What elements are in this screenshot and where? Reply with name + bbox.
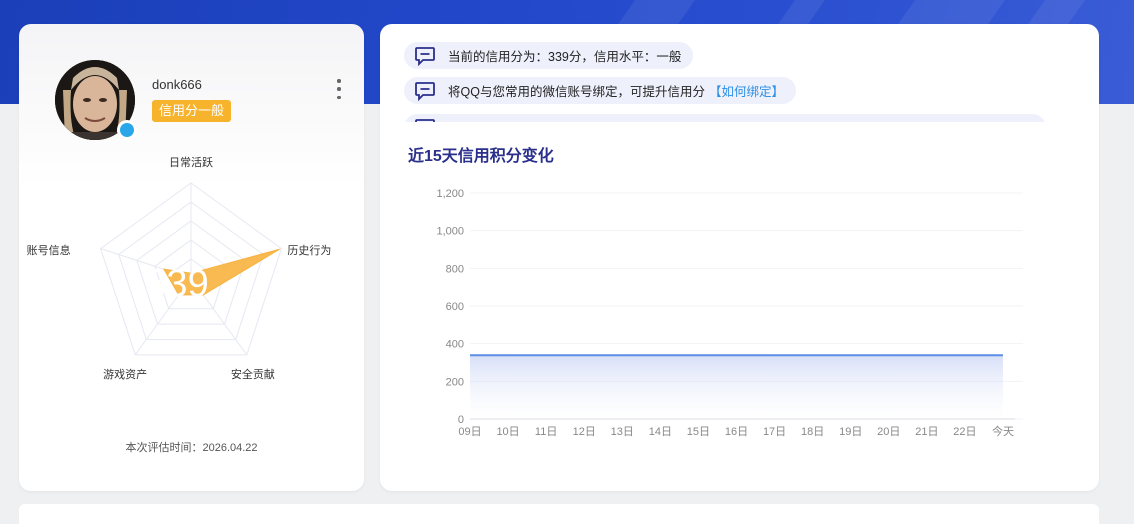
username: donk666	[152, 77, 202, 92]
x-tick-label: 18日	[801, 426, 824, 438]
x-tick-label: 12日	[573, 426, 596, 438]
x-tick-label: 今天	[992, 424, 1014, 438]
radar-axis-label: 安全贡献	[231, 366, 275, 382]
radar-axis-label: 日常活跃	[169, 154, 213, 170]
x-tick-label: 17日	[763, 426, 786, 438]
evaluation-time: 本次评估时间：2026.04.22	[19, 439, 364, 455]
y-tick-label: 800	[446, 263, 464, 275]
radar-axis-label: 历史行为	[287, 242, 331, 258]
y-tick-label: 400	[446, 339, 464, 351]
radar-axis-label: 游戏资产	[103, 366, 147, 382]
x-tick-label: 10日	[496, 426, 519, 438]
x-tick-label: 13日	[611, 426, 634, 438]
notice-list: 当前的信用分为：339分，信用水平：一般 将QQ与您常用的微信账号绑定，可提升信…	[404, 42, 1064, 122]
x-tick-label: 11日	[535, 426, 557, 438]
message-icon	[414, 118, 436, 123]
x-tick-label: 16日	[725, 426, 748, 438]
credit-score-value: 339	[145, 263, 208, 305]
evaluation-time-value: 2026.04.22	[202, 442, 257, 454]
series-area	[470, 355, 1003, 419]
y-tick-label: 0	[458, 414, 464, 426]
evaluation-time-label: 本次评估时间：	[125, 442, 202, 454]
y-tick-label: 200	[446, 376, 464, 388]
message-icon	[414, 46, 436, 66]
message-icon	[414, 81, 436, 101]
more-options-icon[interactable]	[335, 79, 343, 99]
x-tick-label: 20日	[877, 426, 900, 438]
chart-title: 近15天信用积分变化	[408, 142, 554, 166]
notice-item: 当前的信用分为：339分，信用水平：一般	[404, 42, 693, 69]
profile-card: donk666 信用分一般 339 日常活跃历史行为安全贡献 游戏资产 账号信息 本…	[19, 24, 364, 491]
notice-text: 当前的信用分为：339分，信用水平：一般	[448, 46, 681, 65]
bottom-panel	[19, 504, 1099, 524]
radar-axis-label: 账号信息	[27, 242, 71, 258]
x-tick-label: 14日	[649, 426, 672, 438]
notice-text: 将QQ与您常用的微信账号绑定，可提升信用分	[448, 81, 705, 100]
credit-level-badge: 信用分一般	[152, 100, 231, 122]
y-tick-label: 600	[446, 301, 464, 313]
credit-main-card: 当前的信用分为：339分，信用水平：一般 将QQ与您常用的微信账号绑定，可提升信…	[380, 24, 1099, 491]
how-to-bind-link[interactable]: 【如何绑定】	[709, 81, 784, 100]
x-tick-label: 22日	[953, 426, 976, 438]
y-tick-label: 1,000	[436, 226, 464, 238]
x-tick-label: 19日	[839, 426, 862, 438]
notice-item: 将QQ与您常用的微信账号绑定，可提升信用分 【如何绑定】	[404, 77, 796, 104]
notice-item-partial	[404, 114, 1046, 122]
x-tick-label: 09日	[458, 426, 481, 438]
x-tick-label: 15日	[687, 426, 710, 438]
y-tick-label: 1,200	[436, 188, 464, 200]
qq-icon	[117, 120, 137, 140]
x-tick-label: 21日	[915, 426, 938, 438]
credit-radar-chart: 339	[19, 154, 364, 434]
credit-trend-chart: 0 200 400 600 800 1,000 1,200 09日 10日 11日 12日 13日 14…	[380, 174, 1099, 484]
